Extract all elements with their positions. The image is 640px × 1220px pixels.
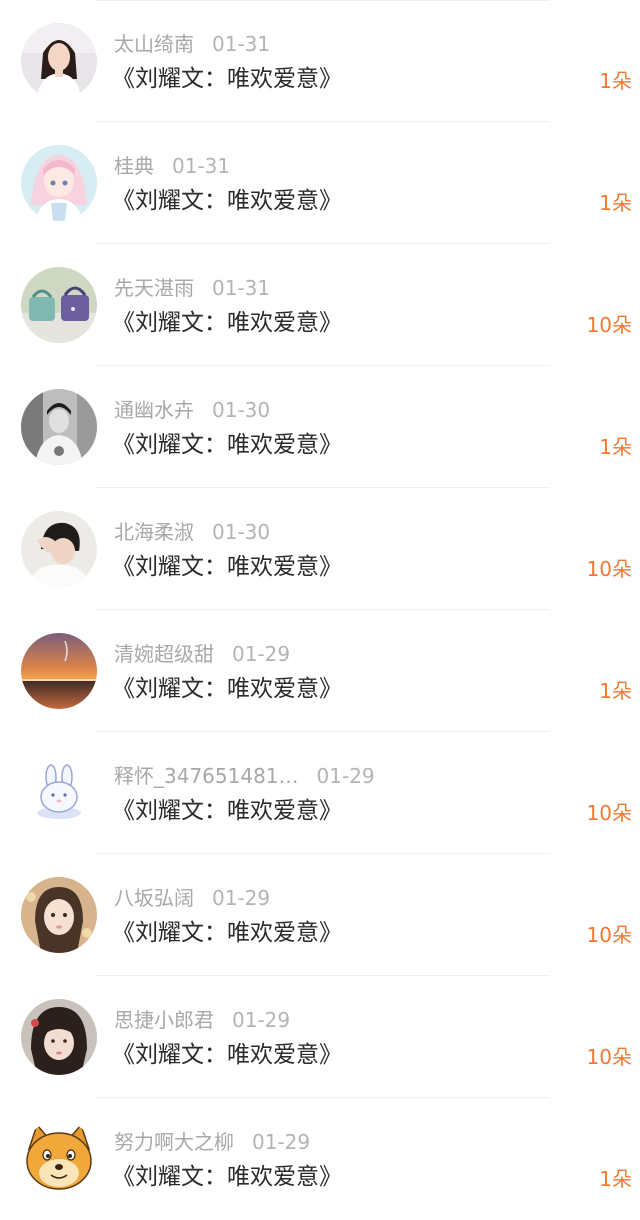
avatar-hand-icon xyxy=(21,511,97,587)
item-date: 01-31 xyxy=(212,276,271,300)
flower-count: 1朵 xyxy=(599,191,632,215)
avatar[interactable] xyxy=(21,755,97,831)
item-date: 01-31 xyxy=(212,32,271,56)
book-title[interactable]: 《刘耀文：唯欢爱意》 xyxy=(112,306,342,340)
avatar-bw-boy-icon xyxy=(21,389,97,465)
user-name[interactable]: 释怀_347651481… xyxy=(114,764,299,788)
list-item[interactable]: 桂典 01-31 《刘耀文：唯欢爱意》 1朵 xyxy=(0,122,640,244)
list-item[interactable]: 太山绮南 01-31 《刘耀文：唯欢爱意》 1朵 xyxy=(0,0,640,122)
item-date: 01-30 xyxy=(212,520,271,544)
book-title[interactable]: 《刘耀文：唯欢爱意》 xyxy=(112,1038,342,1072)
avatar-bags-icon xyxy=(21,267,97,343)
flower-count: 10朵 xyxy=(586,801,632,825)
list-item[interactable]: 北海柔淑 01-30 《刘耀文：唯欢爱意》 10朵 xyxy=(0,488,640,610)
flower-count: 1朵 xyxy=(599,679,632,703)
item-date: 01-31 xyxy=(172,154,231,178)
book-title[interactable]: 《刘耀文：唯欢爱意》 xyxy=(112,794,342,828)
avatar[interactable] xyxy=(21,633,97,709)
item-meta: 释怀_347651481… 01-29 xyxy=(114,762,375,790)
user-name[interactable]: 通幽水卉 xyxy=(114,398,194,422)
avatar[interactable] xyxy=(21,877,97,953)
list-item[interactable]: 释怀_347651481… 01-29 《刘耀文：唯欢爱意》 10朵 xyxy=(0,732,640,854)
avatar[interactable] xyxy=(21,267,97,343)
list-item[interactable]: 努力啊大之柳 01-29 《刘耀文：唯欢爱意》 1朵 xyxy=(0,1098,640,1220)
avatar[interactable] xyxy=(21,511,97,587)
user-name[interactable]: 太山绮南 xyxy=(114,32,194,56)
user-name[interactable]: 桂典 xyxy=(114,154,154,178)
item-date: 01-29 xyxy=(316,764,375,788)
item-date: 01-29 xyxy=(232,642,291,666)
item-meta: 通幽水卉 01-30 xyxy=(114,396,270,424)
list-item[interactable]: 思捷小郎君 01-29 《刘耀文：唯欢爱意》 10朵 xyxy=(0,976,640,1098)
book-title[interactable]: 《刘耀文：唯欢爱意》 xyxy=(112,550,342,584)
user-name[interactable]: 思捷小郎君 xyxy=(114,1008,214,1032)
avatar[interactable] xyxy=(21,23,97,99)
user-name[interactable]: 八坂弘阔 xyxy=(114,886,194,910)
avatar[interactable] xyxy=(21,1121,97,1197)
item-date: 01-30 xyxy=(212,398,271,422)
user-name[interactable]: 清婉超级甜 xyxy=(114,642,214,666)
item-meta: 八坂弘阔 01-29 xyxy=(114,884,270,912)
item-meta: 清婉超级甜 01-29 xyxy=(114,640,290,668)
user-name[interactable]: 北海柔淑 xyxy=(114,520,194,544)
avatar[interactable] xyxy=(21,145,97,221)
book-title[interactable]: 《刘耀文：唯欢爱意》 xyxy=(112,916,342,950)
user-name[interactable]: 先天湛雨 xyxy=(114,276,194,300)
item-meta: 北海柔淑 01-30 xyxy=(114,518,270,546)
user-name[interactable]: 努力啊大之柳 xyxy=(114,1130,234,1154)
list-item[interactable]: 通幽水卉 01-30 《刘耀文：唯欢爱意》 1朵 xyxy=(0,366,640,488)
avatar[interactable] xyxy=(21,389,97,465)
book-title[interactable]: 《刘耀文：唯欢爱意》 xyxy=(112,672,342,706)
list-item[interactable]: 清婉超级甜 01-29 《刘耀文：唯欢爱意》 1朵 xyxy=(0,610,640,732)
item-meta: 思捷小郎君 01-29 xyxy=(114,1006,290,1034)
book-title[interactable]: 《刘耀文：唯欢爱意》 xyxy=(112,428,342,462)
item-date: 01-29 xyxy=(212,886,271,910)
flower-count: 10朵 xyxy=(586,313,632,337)
avatar-anime-icon xyxy=(21,145,97,221)
avatar-girl-face-icon xyxy=(21,877,97,953)
book-title[interactable]: 《刘耀文：唯欢爱意》 xyxy=(112,62,342,96)
item-meta: 先天湛雨 01-31 xyxy=(114,274,270,302)
item-meta: 桂典 01-31 xyxy=(114,152,230,180)
flower-count: 10朵 xyxy=(586,1045,632,1069)
avatar-doge-icon xyxy=(21,1121,97,1197)
book-title[interactable]: 《刘耀文：唯欢爱意》 xyxy=(112,1160,342,1194)
flower-count: 1朵 xyxy=(599,69,632,93)
list-item[interactable]: 先天湛雨 01-31 《刘耀文：唯欢爱意》 10朵 xyxy=(0,244,640,366)
list-item[interactable]: 八坂弘阔 01-29 《刘耀文：唯欢爱意》 10朵 xyxy=(0,854,640,976)
flower-count: 1朵 xyxy=(599,1167,632,1191)
item-meta: 努力啊大之柳 01-29 xyxy=(114,1128,310,1156)
avatar-girl-bangs-icon xyxy=(21,999,97,1075)
avatar-sunset-icon xyxy=(21,633,97,709)
item-meta: 太山绮南 01-31 xyxy=(114,30,270,58)
avatar[interactable] xyxy=(21,999,97,1075)
item-date: 01-29 xyxy=(232,1008,291,1032)
avatar-photo-icon xyxy=(21,23,97,99)
flower-count: 10朵 xyxy=(586,923,632,947)
item-date: 01-29 xyxy=(252,1130,311,1154)
flower-count: 1朵 xyxy=(599,435,632,459)
flower-count: 10朵 xyxy=(586,557,632,581)
book-title[interactable]: 《刘耀文：唯欢爱意》 xyxy=(112,184,342,218)
avatar-bunny-icon xyxy=(21,755,97,831)
